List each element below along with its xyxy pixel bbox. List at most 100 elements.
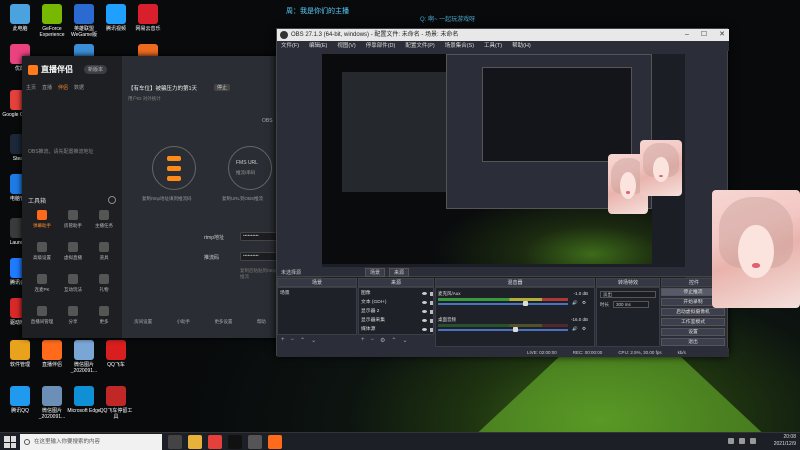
taskbar-app-chrome-icon[interactable]: [208, 435, 222, 449]
obs-preview[interactable]: [322, 54, 685, 287]
taskbar-app-live-companion-icon[interactable]: [268, 435, 282, 449]
taskbar-app-obs-icon[interactable]: [248, 435, 262, 449]
lock-icon[interactable]: [430, 319, 433, 323]
desktop-icon[interactable]: 英雄联盟 WeGame版: [66, 4, 102, 44]
eye-icon[interactable]: [422, 310, 427, 313]
taskbar-search-input[interactable]: 在这里输入你要搜索的内容: [20, 434, 162, 450]
source-item[interactable]: 显示器采集: [361, 317, 433, 325]
desktop-icon[interactable]: 微信图片_2020091...: [66, 340, 102, 380]
tool-item[interactable]: 更多: [90, 304, 118, 332]
ime-icon[interactable]: [750, 438, 756, 444]
tool-item[interactable]: 虚拟直播: [59, 240, 87, 268]
volume-slider-handle[interactable]: [523, 301, 528, 306]
maximize-icon[interactable]: ☐: [701, 29, 707, 41]
volume-icon[interactable]: [739, 438, 745, 444]
volume-slider[interactable]: [438, 303, 568, 305]
live-footer-item[interactable]: 小助手: [177, 319, 191, 325]
tool-item[interactable]: 高级设置: [28, 240, 56, 268]
desktop-icon[interactable]: 腾讯视频: [98, 4, 134, 44]
lock-icon[interactable]: [430, 328, 433, 332]
desktop-icon[interactable]: GeForce Experience: [34, 4, 70, 44]
taskbar-app-douyin-icon[interactable]: [228, 435, 242, 449]
down-icon[interactable]: ⌄: [311, 337, 316, 344]
source-item[interactable]: 显示器 2: [361, 308, 433, 316]
live-tab[interactable]: 直播: [42, 84, 52, 91]
tool-item[interactable]: 弹幕助手: [28, 208, 56, 236]
desktop-icon[interactable]: QQ飞车: [98, 340, 134, 380]
volume-slider-handle[interactable]: [513, 327, 518, 332]
remove-icon[interactable]: −: [291, 337, 295, 344]
eye-icon[interactable]: [422, 328, 427, 331]
tool-item[interactable]: 主播任务: [90, 208, 118, 236]
live-tab[interactable]: 数据: [74, 84, 84, 91]
obs-menu-item[interactable]: 视图(V): [337, 41, 355, 51]
desktop-icon[interactable]: 此电脑: [2, 4, 38, 44]
windows-start-icon[interactable]: [4, 436, 16, 448]
live-footer-item[interactable]: 更多设置: [214, 319, 232, 325]
source-item[interactable]: 媒体源: [361, 326, 433, 334]
lock-icon[interactable]: [430, 292, 433, 296]
tool-item[interactable]: 分享: [59, 304, 87, 332]
desktop-icon[interactable]: 网易云音乐: [130, 4, 166, 44]
taskbar-app-task-view-icon[interactable]: [168, 435, 182, 449]
taskbar-app-file-explorer-icon[interactable]: [188, 435, 202, 449]
up-icon[interactable]: ⌃: [300, 337, 305, 344]
tools-collapse-icon[interactable]: [108, 196, 116, 204]
desktop-icon[interactable]: 直播伴侣: [34, 340, 70, 380]
tool-item[interactable]: 连麦PK: [28, 272, 56, 300]
speaker-icon[interactable]: 🔊: [572, 326, 578, 332]
source-filter-button[interactable]: 来源: [389, 268, 410, 277]
tool-item[interactable]: 互动玩法: [59, 272, 87, 300]
obs-control-button[interactable]: 设置: [661, 328, 725, 336]
live-footer-item[interactable]: 房间设置: [134, 319, 152, 325]
tool-item[interactable]: 直播间管理: [28, 304, 56, 332]
obs-control-button[interactable]: 工作室模式: [661, 318, 725, 326]
desktop-icon[interactable]: Microsoft Edge: [66, 386, 102, 426]
live-footer-item[interactable]: 帮助: [257, 319, 266, 325]
lock-icon[interactable]: [430, 301, 433, 305]
lock-icon[interactable]: [430, 310, 433, 314]
live-tab[interactable]: 主页: [26, 84, 36, 91]
obs-menu-item[interactable]: 场景集合(S): [445, 41, 474, 51]
scene-filter-button[interactable]: 场景: [365, 268, 386, 277]
desktop-icon[interactable]: 腾讯QQ: [2, 386, 38, 426]
obs-menu-item[interactable]: 配置文件(P): [405, 41, 434, 51]
stop-badge[interactable]: 停止: [214, 84, 231, 91]
close-icon[interactable]: ✕: [719, 29, 725, 41]
version-badge[interactable]: 新版本: [84, 65, 108, 74]
remove-icon[interactable]: −: [371, 337, 375, 344]
obs-menu-item[interactable]: 停靠部件(D): [366, 41, 396, 51]
desktop-icon[interactable]: QQ飞车停留工具: [98, 386, 134, 426]
duration-input[interactable]: 300 ms: [613, 301, 649, 308]
desktop-icon[interactable]: 微信图片_2020091...: [34, 386, 70, 426]
obs-control-button[interactable]: 退出: [661, 338, 725, 346]
speaker-icon[interactable]: 🔊: [572, 300, 578, 306]
tool-item[interactable]: 房管助手: [59, 208, 87, 236]
obs-menu-item[interactable]: 编辑(E): [309, 41, 327, 51]
network-icon[interactable]: [728, 438, 734, 444]
obs-menu-item[interactable]: 帮助(H): [512, 41, 531, 51]
eye-icon[interactable]: [422, 301, 427, 304]
gear-icon[interactable]: ⚙: [582, 326, 586, 332]
obs-menu-item[interactable]: 工具(T): [484, 41, 502, 51]
eye-icon[interactable]: [422, 319, 427, 322]
volume-slider[interactable]: [438, 329, 568, 331]
source-item[interactable]: 图像: [361, 290, 433, 298]
desktop-icon[interactable]: 软件管理: [2, 340, 38, 380]
scene-item[interactable]: 场景: [280, 290, 360, 298]
tool-item[interactable]: 道具: [90, 240, 118, 268]
obs-menu-item[interactable]: 文件(F): [281, 41, 299, 51]
source-item[interactable]: 文本 (GDI+): [361, 299, 433, 307]
add-icon[interactable]: +: [361, 337, 365, 344]
gear-icon[interactable]: ⚙: [582, 300, 586, 306]
taskbar-clock[interactable]: 20:08 2021/12/9: [774, 434, 796, 448]
live-tab[interactable]: 伴侣: [58, 84, 68, 91]
gear-icon[interactable]: ⚙: [380, 337, 385, 344]
eye-icon[interactable]: [422, 292, 427, 295]
minimize-icon[interactable]: –: [685, 29, 689, 41]
transition-select[interactable]: 淡出: [600, 291, 656, 298]
tool-item[interactable]: 礼物: [90, 272, 118, 300]
up-icon[interactable]: ⌃: [391, 337, 396, 344]
obs-control-button[interactable]: 启动虚拟摄像机: [661, 308, 725, 316]
down-icon[interactable]: ⌄: [402, 337, 407, 344]
